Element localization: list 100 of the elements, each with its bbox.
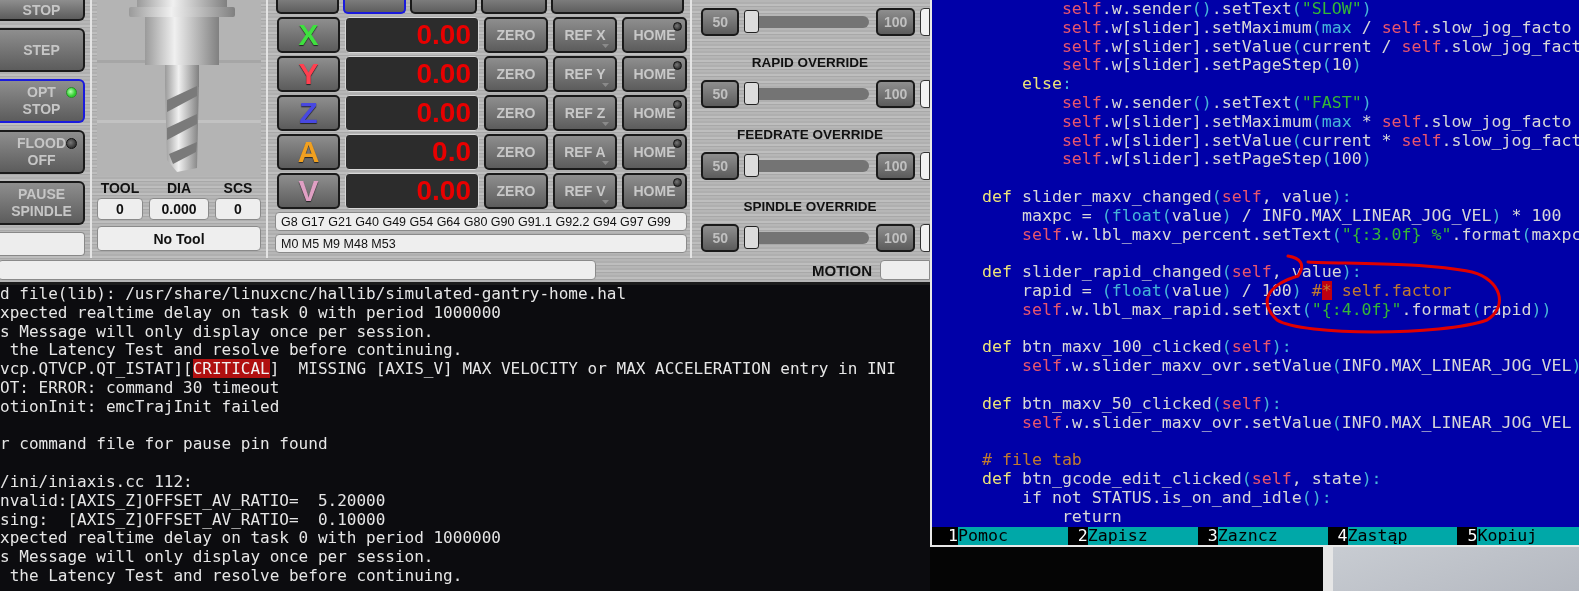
zero-button[interactable]: ZERO <box>484 95 548 131</box>
tool-header: DIA <box>165 179 193 198</box>
ref-button[interactable]: REF Y <box>553 56 617 92</box>
status-led <box>66 87 77 98</box>
caret-icon <box>602 44 609 48</box>
axis-letter: A <box>297 135 320 169</box>
axis-button[interactable]: A <box>277 134 340 170</box>
code-line: def btn_maxv_50_clicked(self): <box>980 394 1283 414</box>
position-readout: 0.00 <box>345 17 479 53</box>
ref-button[interactable]: REF Z <box>553 95 617 131</box>
axis-letter: Y <box>298 57 319 91</box>
home-button[interactable]: HOME <box>622 95 687 131</box>
side-button[interactable]: PAUSE SPINDLE <box>0 181 85 225</box>
side-button[interactable]: FLOOD OFF <box>0 130 85 174</box>
code-line: self.w.slider_maxv_ovr.setValue(INFO.MAX_LINEAR_JOG_VEL) <box>1020 357 1579 376</box>
terminal-line: /ini/iniaxis.cc 112: <box>0 472 194 492</box>
tool-header: SCS <box>222 179 254 198</box>
mode-button[interactable] <box>481 0 547 14</box>
code-line: self.w[slider].setValue(current * self.slow_jog_fact <box>1060 131 1579 151</box>
ref-button[interactable]: REF X <box>553 17 617 53</box>
home-button[interactable]: HOME <box>622 17 687 53</box>
code-line: return <box>1060 507 1122 527</box>
tool-description-field: No Tool <box>97 226 261 251</box>
preset-button[interactable]: 50 <box>701 224 740 252</box>
home-button[interactable]: HOME <box>622 134 687 170</box>
ref-button[interactable]: REF A <box>553 134 617 170</box>
side-button[interactable]: OPT STOP <box>0 79 85 123</box>
terminal-line: d file(lib): /usr/share/linuxcnc/hallib/simulated-gantry-home.hal <box>0 285 628 304</box>
mode-button[interactable] <box>410 0 477 14</box>
code-line: # file tab <box>980 451 1083 470</box>
caret-icon <box>602 83 609 87</box>
code-line: else: <box>1020 75 1073 94</box>
code-line: def btn_maxv_100_clicked(self): <box>980 338 1293 358</box>
tool-value-field: 0 <box>97 198 143 220</box>
override-label: FEEDRATE OVERRIDE <box>737 127 883 142</box>
preset-button[interactable]: 50 <box>701 80 740 108</box>
axis-button[interactable]: V <box>277 173 340 209</box>
override-label: SPINDLE OVERRIDE <box>743 199 877 214</box>
preset-button[interactable]: 50 <box>701 8 740 36</box>
code-line: self.w[slider].setMaximum(max * self.slow_jog_facto <box>1060 112 1573 132</box>
code-line: self.w.sender().setText("SLOW") <box>1060 0 1373 19</box>
caret-icon <box>602 122 609 126</box>
position-readout: 0.0 <box>345 134 479 170</box>
mcode-status-field: M0 M5 M9 M48 M53 <box>275 234 687 253</box>
code-line: self.w.slider_maxv_ovr.setValue(INFO.MAX_LINEAR_JOG_VEL <box>1020 413 1573 433</box>
zero-button[interactable]: ZERO <box>484 134 548 170</box>
terminal-line: r command file for pause pin found <box>0 435 329 455</box>
axis-letter: Z <box>299 96 318 130</box>
home-button[interactable]: HOME <box>622 173 687 209</box>
axis-letter: V <box>298 174 319 208</box>
ref-button[interactable]: REF V <box>553 173 617 209</box>
slider-thumb[interactable] <box>744 82 760 105</box>
preset-button[interactable]: 100 <box>876 8 916 36</box>
preset-button[interactable]: 50 <box>701 152 740 180</box>
zero-button[interactable]: ZERO <box>484 56 548 92</box>
mode-button[interactable] <box>276 0 339 14</box>
position-readout: 0.00 <box>345 56 479 92</box>
slider-thumb[interactable] <box>744 226 760 249</box>
code-line: self.w[slider].setPageStep(10) <box>1060 56 1363 76</box>
zero-button[interactable]: ZERO <box>484 173 548 209</box>
code-line: self.w[slider].setMaximum(max / self.slow_jog_facto <box>1060 18 1573 38</box>
position-readout: 0.00 <box>345 173 479 209</box>
code-line: self.w.sender().setText("FAST") <box>1060 94 1373 113</box>
status-led <box>66 138 77 149</box>
code-line: self.w[slider].setValue(current / self.slow_jog_fact <box>1060 37 1579 57</box>
text-field[interactable] <box>0 232 85 256</box>
terminal-line: the Latency Test and resolve before continuing. <box>8 341 464 361</box>
terminal-line: vcp.QTVCP.QT_ISTAT][CRITICAL] MISSING [AXIS_V] MAX VELOCITY or MAX ACCELERATION entry in INI <box>0 360 897 379</box>
tool-header: TOOL <box>99 179 141 198</box>
position-readout: 0.00 <box>345 95 479 131</box>
side-button[interactable]: STOP <box>0 0 85 21</box>
terminal-line: s Message will only display once per session. <box>0 322 435 342</box>
terminal-line: s Message will only display once per session. <box>0 548 435 567</box>
home-button[interactable]: HOME <box>622 56 687 92</box>
code-line: def btn_gcode_edit_clicked(self, state): <box>980 469 1383 489</box>
terminal-line: nvalid:[AXIS_Z]OFFSET_AV_RATIO= 5.20000 <box>0 491 387 511</box>
axis-letter: X <box>298 18 319 52</box>
code-line: maxpc = (float(value) / INFO.MAX_LINEAR_JOG_VEL) * 100 <box>1020 206 1563 226</box>
caret-icon <box>602 161 609 165</box>
axis-button[interactable]: X <box>277 17 340 53</box>
terminal-line: sing: [AXIS_Z]OFFSET_AV_RATIO= 0.10000 <box>0 510 387 530</box>
terminal-line: OT: ERROR: command 30 timeout <box>0 379 281 398</box>
gcode-status-field: G8 G17 G21 G40 G49 G54 G64 G80 G90 G91.1 G92.2 G94 G97 G99 <box>275 212 687 231</box>
slider-thumb[interactable] <box>744 10 760 33</box>
side-button[interactable]: STEP <box>0 28 85 72</box>
code-line: self.w[slider].setPageStep(100) <box>1060 150 1373 170</box>
terminal-line: xpected realtime delay on task 0 with period 1000000 <box>0 529 502 549</box>
caret-icon <box>602 200 609 204</box>
code-line: if not STATUS.is_on_and_idle(): <box>1020 488 1333 508</box>
slider-thumb[interactable] <box>744 154 760 177</box>
axis-button[interactable]: Z <box>277 95 340 131</box>
code-line: def slider_maxv_changed(self, value): <box>980 187 1353 207</box>
override-label: RAPID OVERRIDE <box>751 55 869 70</box>
terminal-line: otionInit: emcTrajInit failed <box>0 397 281 417</box>
preset-button[interactable]: 100 <box>876 224 916 252</box>
mode-button[interactable] <box>551 0 684 14</box>
tool-value-field: 0.000 <box>149 198 209 220</box>
zero-button[interactable]: ZERO <box>484 17 548 53</box>
preset-button[interactable]: 100 <box>876 80 916 108</box>
preset-button[interactable]: 100 <box>876 152 916 180</box>
